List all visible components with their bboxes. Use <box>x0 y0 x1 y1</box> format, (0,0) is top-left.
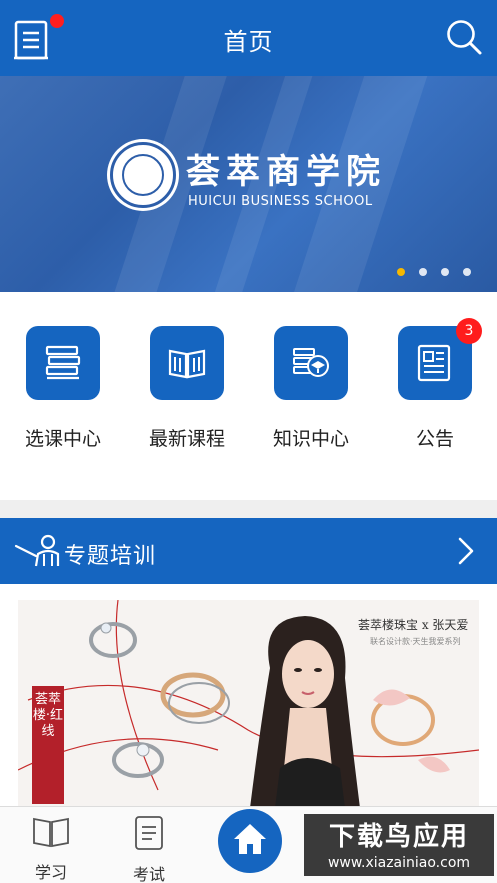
section-title: 专题培训 <box>64 544 157 569</box>
banner-carousel[interactable]: 荟萃商学院 HUICUI BUSINESS SCHOOL <box>0 76 497 292</box>
book-icon <box>33 817 69 848</box>
notice-document-icon: 3 <box>398 318 482 400</box>
watermark: 下载鸟应用 www.xiazainiao.com <box>304 814 494 876</box>
quick-item-course-selection[interactable]: 选课中心 <box>8 326 118 451</box>
home-icon <box>234 824 266 854</box>
carousel-indicator <box>397 268 471 276</box>
quick-item-label: 公告 <box>415 428 454 450</box>
promo-tag: 荟萃楼·红线 <box>32 686 64 804</box>
watermark-url: www.xiazainiao.com <box>327 855 471 871</box>
exam-paper-icon <box>135 816 163 850</box>
quick-item-label: 选课中心 <box>24 428 101 450</box>
carousel-dot[interactable] <box>463 268 471 276</box>
quick-item-announcements[interactable]: 3 公告 <box>380 318 490 451</box>
tab-label: 考试 <box>132 865 165 883</box>
carousel-dot[interactable] <box>419 268 427 276</box>
section-divider <box>0 500 497 518</box>
school-name-cn: 荟萃商学院 <box>186 152 386 192</box>
tab-exam[interactable]: 考试 <box>114 815 184 883</box>
tab-label: 学习 <box>34 863 67 882</box>
school-seal-icon <box>110 142 176 208</box>
top-app-bar: 首页 <box>0 0 497 76</box>
quick-item-knowledge-center[interactable]: 知识中心 <box>256 326 366 451</box>
search-icon[interactable] <box>445 18 483 56</box>
quick-item-label: 最新课程 <box>148 428 225 450</box>
quick-item-label: 知识中心 <box>272 428 349 450</box>
carousel-dot[interactable] <box>441 268 449 276</box>
unread-badge: 3 <box>456 318 482 344</box>
watermark-title: 下载鸟应用 <box>328 822 469 852</box>
books-stack-icon <box>26 326 100 400</box>
graduation-knowledge-icon <box>274 326 348 400</box>
school-logo: 荟萃商学院 HUICUI BUSINESS SCHOOL <box>110 142 390 222</box>
carousel-dot[interactable] <box>397 268 405 276</box>
model-photo <box>250 608 360 806</box>
teacher-presentation-icon <box>14 532 60 574</box>
open-book-icon <box>150 326 224 400</box>
promo-brand: 荟萃楼珠宝 x 张天爱 <box>358 618 469 632</box>
tab-study[interactable]: 学习 <box>16 815 86 883</box>
home-button[interactable] <box>218 809 282 873</box>
quick-item-latest-courses[interactable]: 最新课程 <box>132 326 242 451</box>
chevron-right-icon[interactable] <box>457 536 475 570</box>
promo-brand-sub: 联名设计款·天生我爱系列 <box>370 637 461 646</box>
topic-training-header[interactable]: 专题培训 <box>0 518 497 584</box>
quick-menu: 选课中心 最新课程 知识中心 3 公告 <box>0 292 497 500</box>
page-title: 首页 <box>223 28 274 56</box>
training-promo-image[interactable]: 荟萃楼·红线 荟萃楼珠宝 x 张天爱 联名设计款·天生我爱系列 <box>18 600 479 806</box>
school-name-en: HUICUI BUSINESS SCHOOL <box>188 194 373 209</box>
